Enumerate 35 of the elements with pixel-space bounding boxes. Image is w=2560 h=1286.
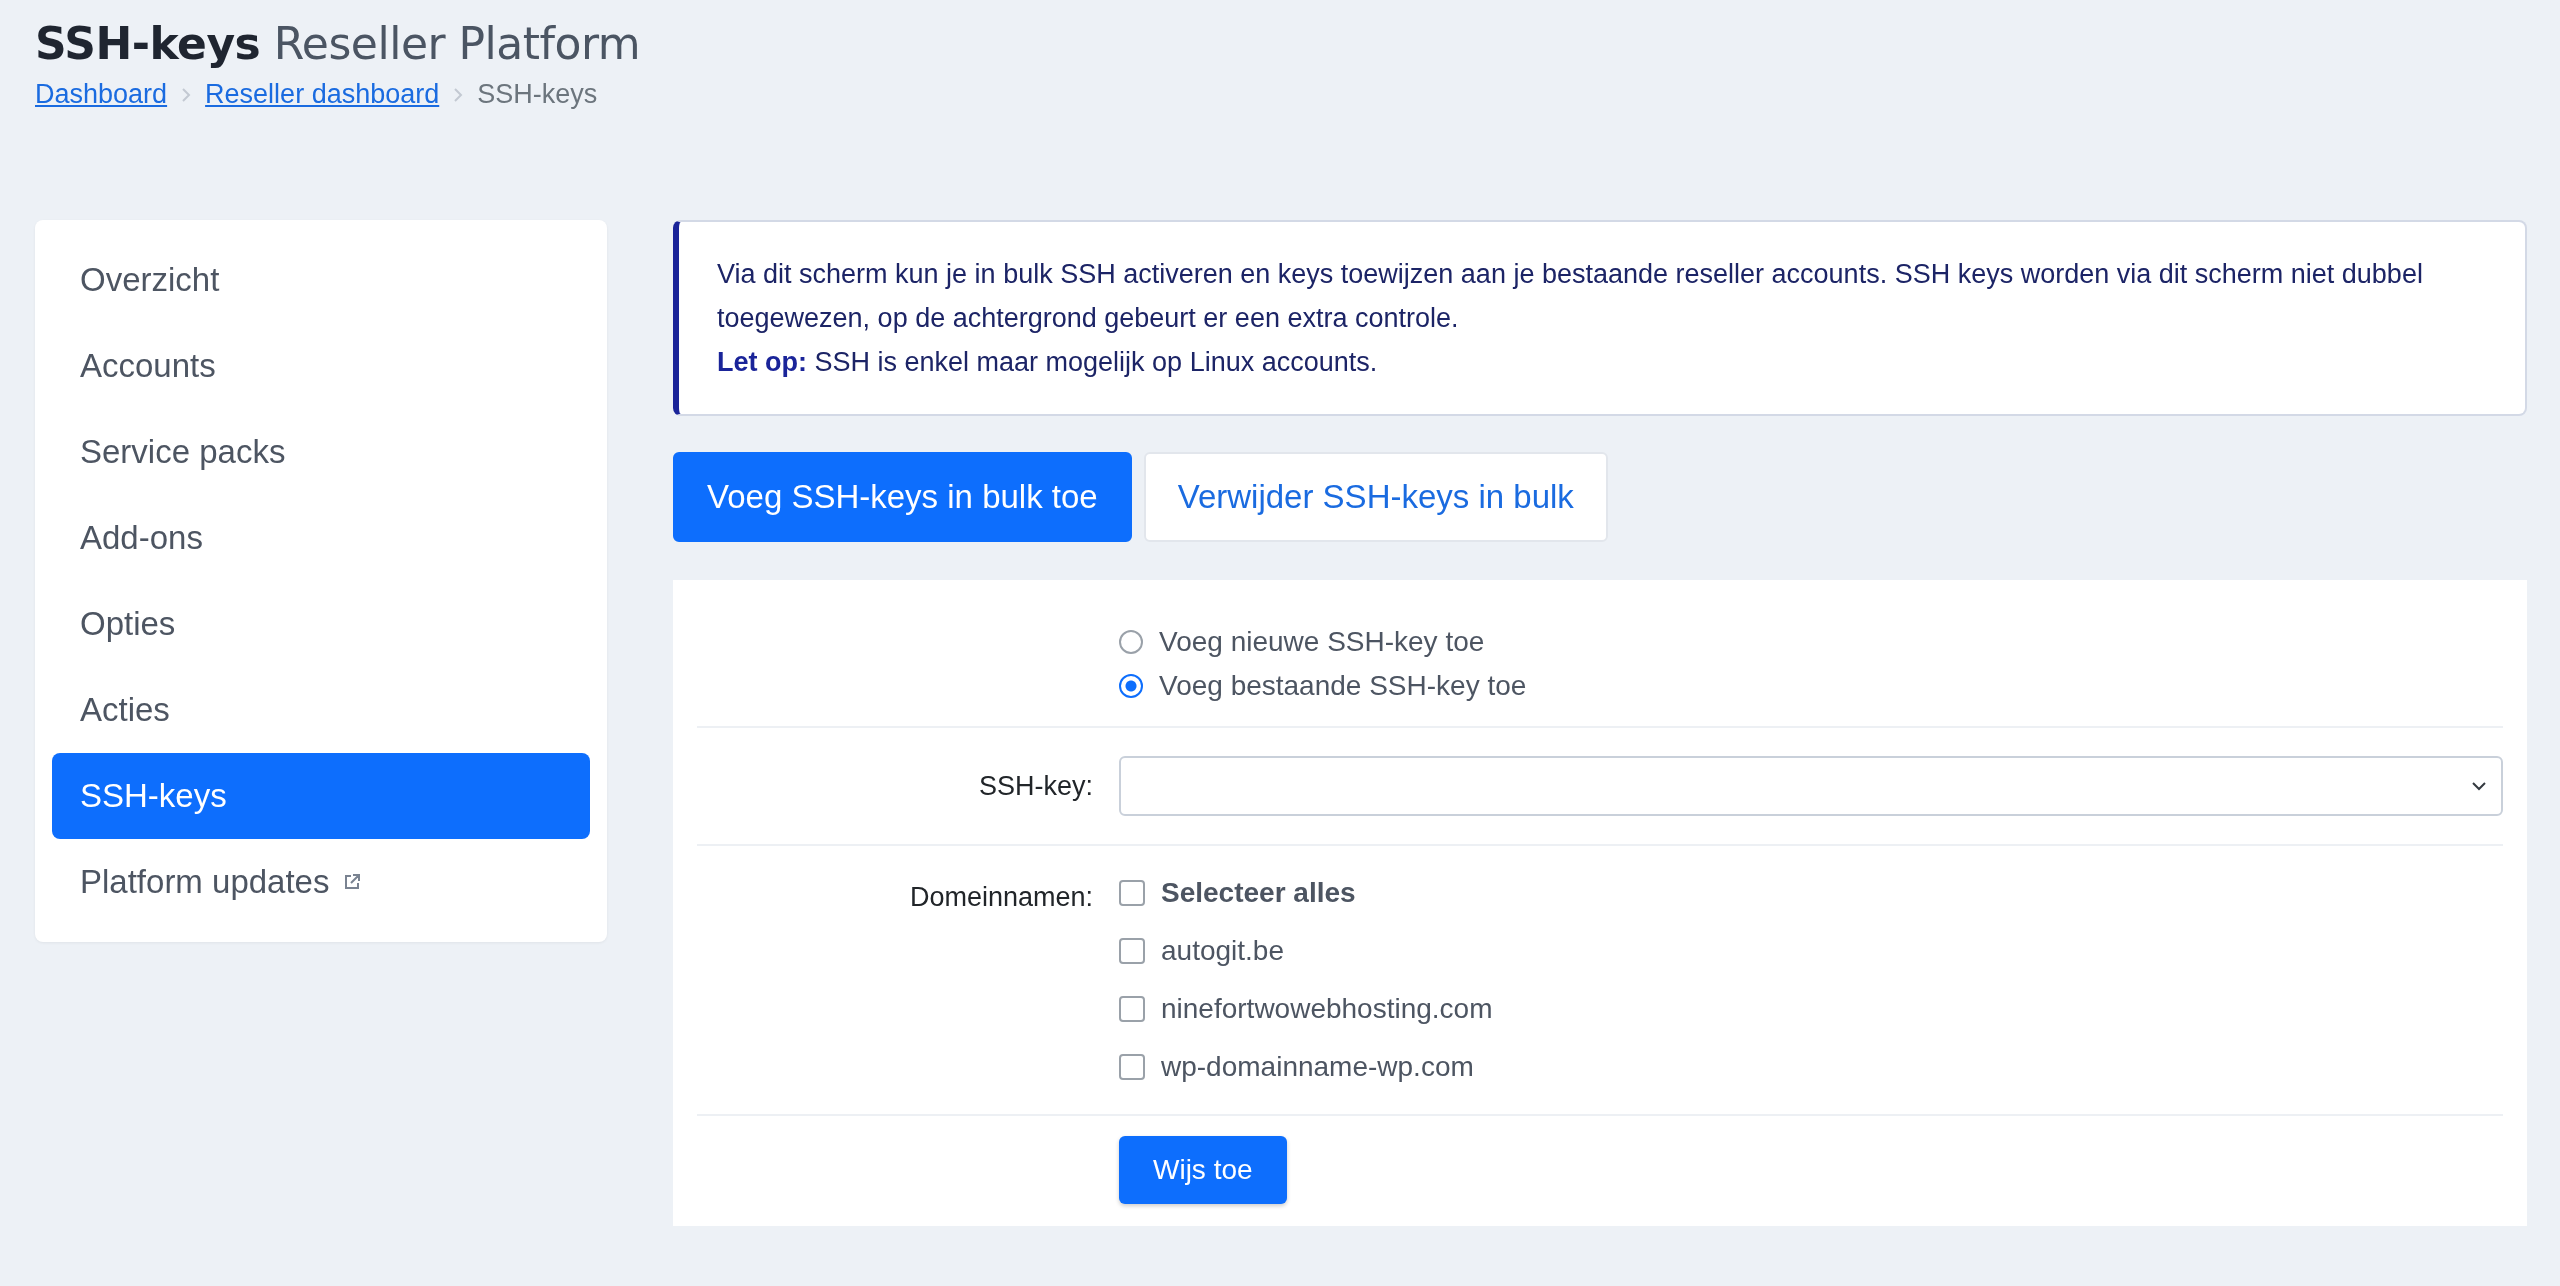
checkbox[interactable] [1119,1054,1145,1080]
sidebar-item[interactable]: Overzicht [52,237,590,323]
notice-text: Via dit scherm kun je in bulk SSH activeren en keys toewijzen aan je bestaande reseller accounts. SSH keys worden via dit scherm niet dubbel toegewezen, op de achtergrond gebeurt er een extra controle. [717,258,2424,335]
radio-label: Voeg nieuwe SSH-key toe [1159,626,1485,658]
sidebar-item[interactable]: Accounts [52,323,590,409]
breadcrumb-link[interactable]: Dashboard [35,79,168,110]
notice-note: Let op: SSH is enkel maar mogelijk op Linux accounts. [717,346,1379,379]
chevron-icon [453,86,464,103]
tab[interactable]: Verwijder SSH-keys in bulk [1143,452,1608,542]
radio-button[interactable] [1119,630,1143,654]
page-title: SSH-keys Reseller Platform [35,18,642,69]
sidebar-item[interactable]: Opties [52,581,590,667]
submit-button[interactable]: Wijs toe [1119,1136,1287,1204]
sidebar-item[interactable]: Add-ons [52,495,590,581]
checkbox[interactable] [1119,996,1145,1022]
checkbox-label: wp-domainname-wp.com [1161,1051,1474,1083]
breadcrumb-current: SSH-keys [477,79,598,110]
checkbox[interactable] [1119,938,1145,964]
sidebar-item[interactable]: Platform updates [52,839,590,925]
checkbox-label: Selecteer alles [1161,877,1356,909]
field-label: SSH-key: [978,770,1093,801]
tab[interactable]: Voeg SSH-keys in bulk toe [673,452,1132,542]
chevron-icon [181,86,192,103]
caret-icon [2471,781,2487,791]
breadcrumb-link[interactable]: Reseller dashboard [205,79,440,110]
radio-button[interactable] [1119,674,1143,698]
sidebar-item[interactable]: Service packs [52,409,590,495]
checkbox-label: ninefortwowebhosting.com [1161,993,1493,1025]
checkbox[interactable] [1119,880,1145,906]
checkbox-label: autogit.be [1161,935,1284,967]
sidebar-item[interactable]: SSH-keys [52,753,590,839]
sidebar-item[interactable]: Acties [52,667,590,753]
field-label: Domeinnamen: [909,882,1093,912]
ssh-key-select[interactable] [1119,756,2503,816]
radio-label: Voeg bestaande SSH-key toe [1159,670,1527,702]
